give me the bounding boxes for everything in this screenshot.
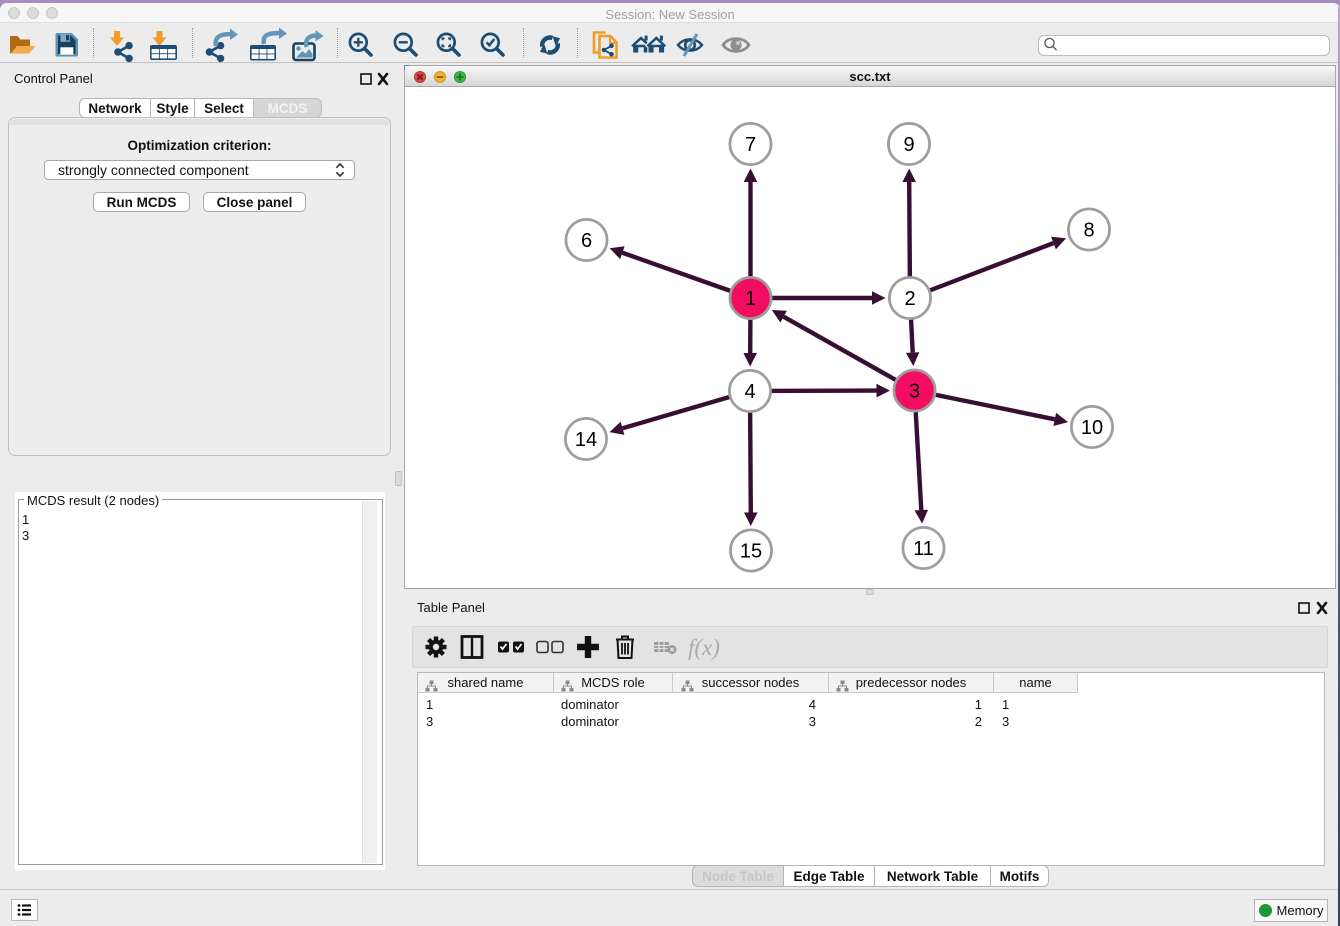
svg-text:10: 10 bbox=[1081, 417, 1103, 439]
svg-text:11: 11 bbox=[913, 538, 934, 560]
svg-text:3: 3 bbox=[909, 381, 920, 403]
svg-text:9: 9 bbox=[903, 134, 914, 156]
svg-text:6: 6 bbox=[581, 230, 592, 252]
svg-text:2: 2 bbox=[904, 288, 915, 310]
svg-text:14: 14 bbox=[575, 429, 597, 451]
svg-text:4: 4 bbox=[744, 381, 755, 403]
svg-text:1: 1 bbox=[745, 288, 756, 310]
svg-text:8: 8 bbox=[1083, 220, 1094, 242]
svg-text:15: 15 bbox=[740, 541, 762, 563]
svg-text:7: 7 bbox=[745, 134, 756, 156]
svg-text:f(x): f(x) bbox=[688, 635, 720, 660]
